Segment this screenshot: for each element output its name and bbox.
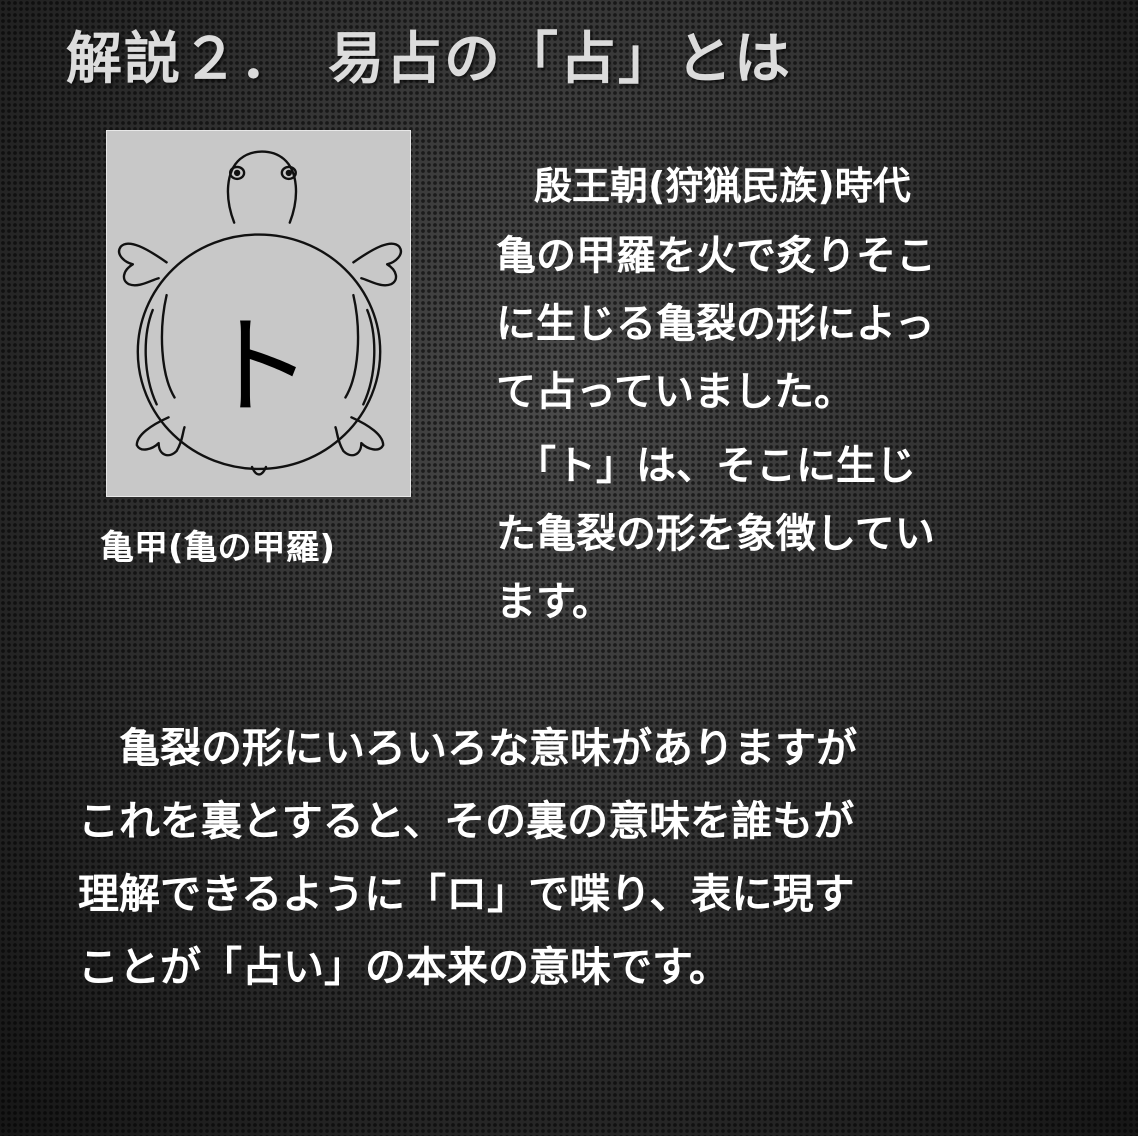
main-paragraph: 亀裂の形にいろいろな意味がありますが これを裏とすると、その裏の意味を誰もが 理… xyxy=(78,712,1088,1004)
turtle-shell-figure: ト xyxy=(106,130,411,497)
side-line: 亀の甲羅を火で炙りそこ xyxy=(496,233,936,279)
slide-title: 解説２． 易占の「占」とは xyxy=(66,27,792,92)
main-line: ことが「占い」の本来の意味です。 xyxy=(78,943,730,991)
era-heading: 殷王朝(狩猟民族)時代 xyxy=(496,164,911,208)
side-line: て占っていました。 xyxy=(496,369,854,415)
main-line: 理解できるように「ロ」で喋り、表に現す xyxy=(78,870,855,918)
side-text-block: 殷王朝(狩猟民族)時代 亀の甲羅を火で炙りそこ に生じる亀裂の形によっ て占って… xyxy=(496,152,1096,636)
figure-caption: 亀甲(亀の甲羅) xyxy=(100,528,336,568)
side-line: 「ト」は、そこに生じ xyxy=(496,443,916,489)
side-line: ます。 xyxy=(496,579,612,625)
main-line: これを裏とすると、その裏の意味を誰もが xyxy=(78,797,855,845)
bokusen-glyph: ト xyxy=(204,305,313,430)
side-line: た亀裂の形を象徴してい xyxy=(496,511,935,557)
side-line: に生じる亀裂の形によっ xyxy=(496,301,935,347)
main-line: 亀裂の形にいろいろな意味がありますが xyxy=(78,724,857,772)
